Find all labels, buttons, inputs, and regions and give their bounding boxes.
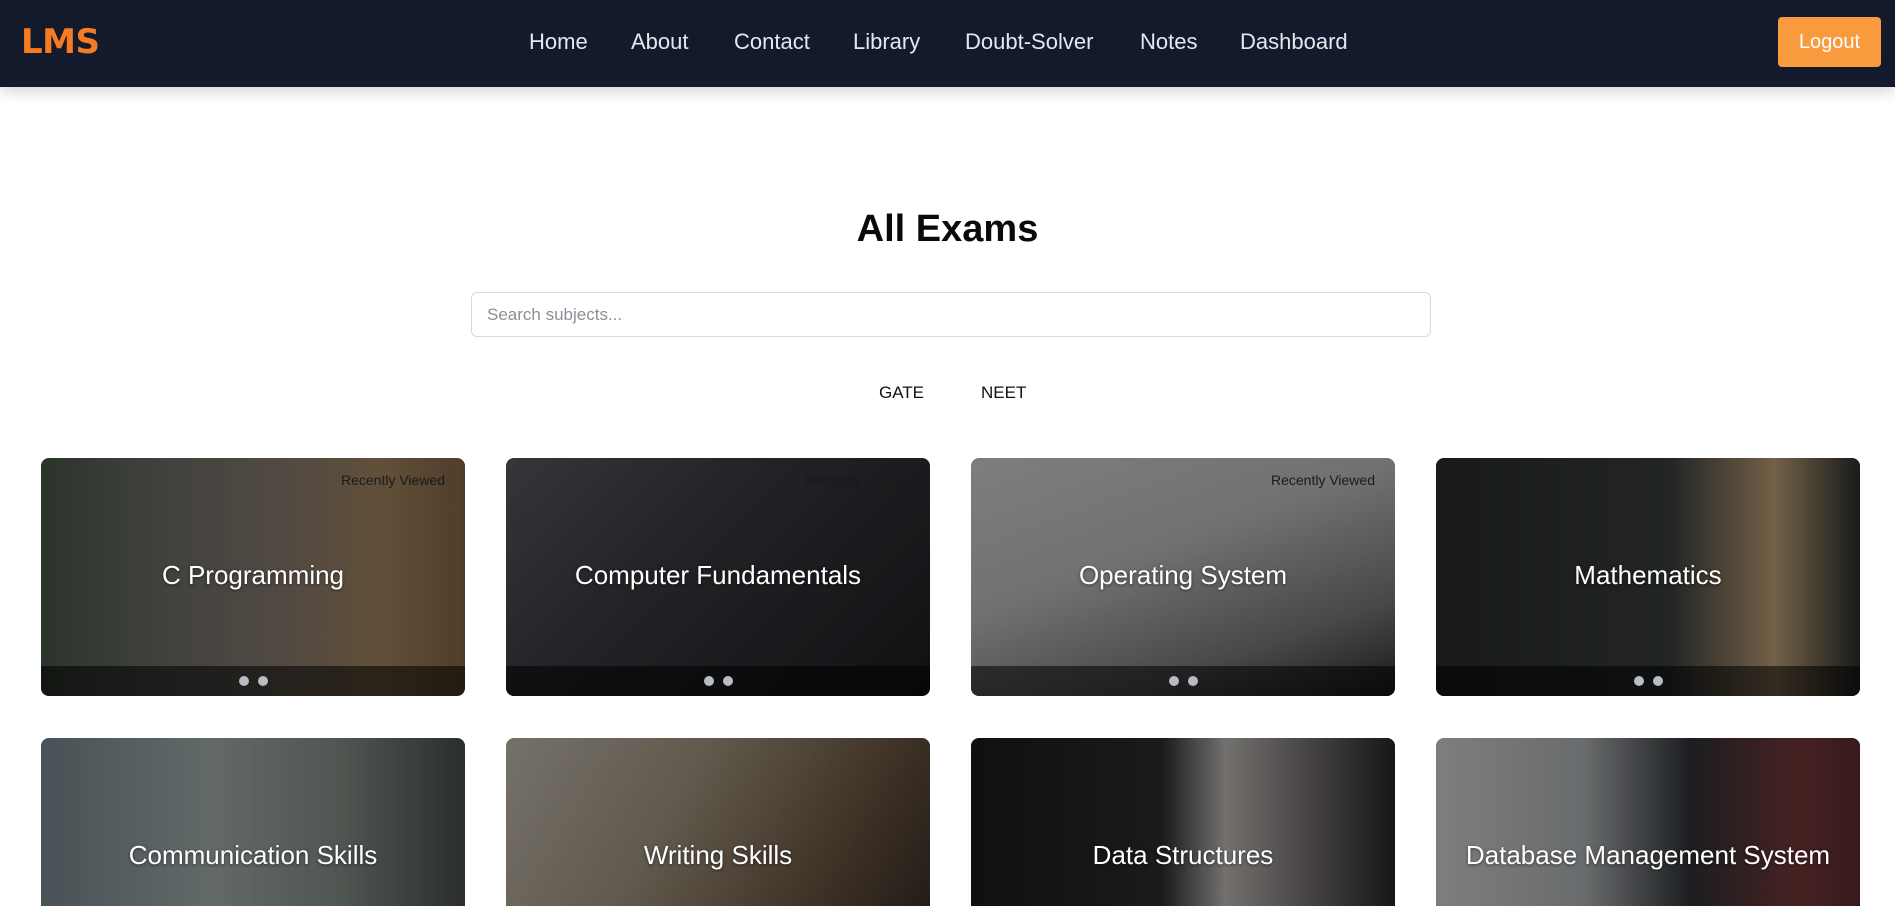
nav-notes-link[interactable]: Notes bbox=[1140, 29, 1197, 55]
nav-library-link[interactable]: Library bbox=[853, 29, 920, 55]
carousel-dots bbox=[1436, 666, 1860, 696]
carousel-dot[interactable] bbox=[722, 676, 733, 686]
subject-card-c-programming[interactable]: Recently Viewed C Programming bbox=[41, 458, 465, 696]
card-title: Operating System bbox=[1078, 560, 1288, 590]
carousel-dot[interactable] bbox=[257, 676, 268, 686]
recently-viewed-badge: Recently Viewed bbox=[340, 472, 445, 488]
carousel-dot[interactable] bbox=[1633, 676, 1644, 686]
logout-button[interactable]: Logout bbox=[1778, 17, 1881, 67]
carousel-dot[interactable] bbox=[238, 676, 249, 686]
subject-card-operating-system[interactable]: Recently Viewed Operating System bbox=[971, 458, 1395, 696]
card-title: Communication Skills bbox=[128, 840, 378, 870]
recently-viewed-badge: Recently Viewed bbox=[805, 472, 910, 488]
nav-contact-link[interactable]: Contact bbox=[734, 29, 810, 55]
subject-card-computer-fundamentals[interactable]: Recently Viewed Computer Fundamentals bbox=[506, 458, 930, 696]
carousel-dot[interactable] bbox=[1187, 676, 1198, 686]
card-title: Data Structures bbox=[1092, 840, 1274, 870]
search-input[interactable] bbox=[471, 292, 1431, 337]
carousel-dot[interactable] bbox=[1168, 676, 1179, 686]
carousel-dot[interactable] bbox=[1652, 676, 1663, 686]
carousel-dot[interactable] bbox=[703, 676, 714, 686]
card-title: Database Management System bbox=[1465, 840, 1831, 870]
card-title: Mathematics bbox=[1574, 560, 1722, 590]
nav-home-link[interactable]: Home bbox=[529, 29, 588, 55]
card-title: Computer Fundamentals bbox=[574, 560, 862, 590]
nav-dashboard-link[interactable]: Dashboard bbox=[1240, 29, 1348, 55]
subject-card-mathematics[interactable]: Mathematics bbox=[1436, 458, 1860, 696]
filter-neet-button[interactable]: NEET bbox=[981, 383, 1026, 403]
subject-card-data-structures[interactable]: Data Structures bbox=[971, 738, 1395, 906]
subject-card-communication-skills[interactable]: Communication Skills bbox=[41, 738, 465, 906]
filter-gate-button[interactable]: GATE bbox=[879, 383, 924, 403]
card-title: C Programming bbox=[161, 560, 345, 590]
nav-links: Home About Contact Library Doubt-Solver … bbox=[0, 0, 1895, 87]
card-title: Writing Skills bbox=[643, 840, 793, 870]
carousel-dots bbox=[506, 666, 930, 696]
recently-viewed-badge: Recently Viewed bbox=[1270, 472, 1375, 488]
subject-card-database-management-system[interactable]: Database Management System bbox=[1436, 738, 1860, 906]
carousel-dots bbox=[41, 666, 465, 696]
nav-doubt-solver-link[interactable]: Doubt-Solver bbox=[965, 29, 1093, 55]
subject-card-writing-skills[interactable]: Writing Skills bbox=[506, 738, 930, 906]
page-title: All Exams bbox=[856, 208, 1039, 250]
top-navbar: LMS Home About Contact Library Doubt-Sol… bbox=[0, 0, 1895, 87]
carousel-dots bbox=[971, 666, 1395, 696]
nav-about-link[interactable]: About bbox=[631, 29, 689, 55]
